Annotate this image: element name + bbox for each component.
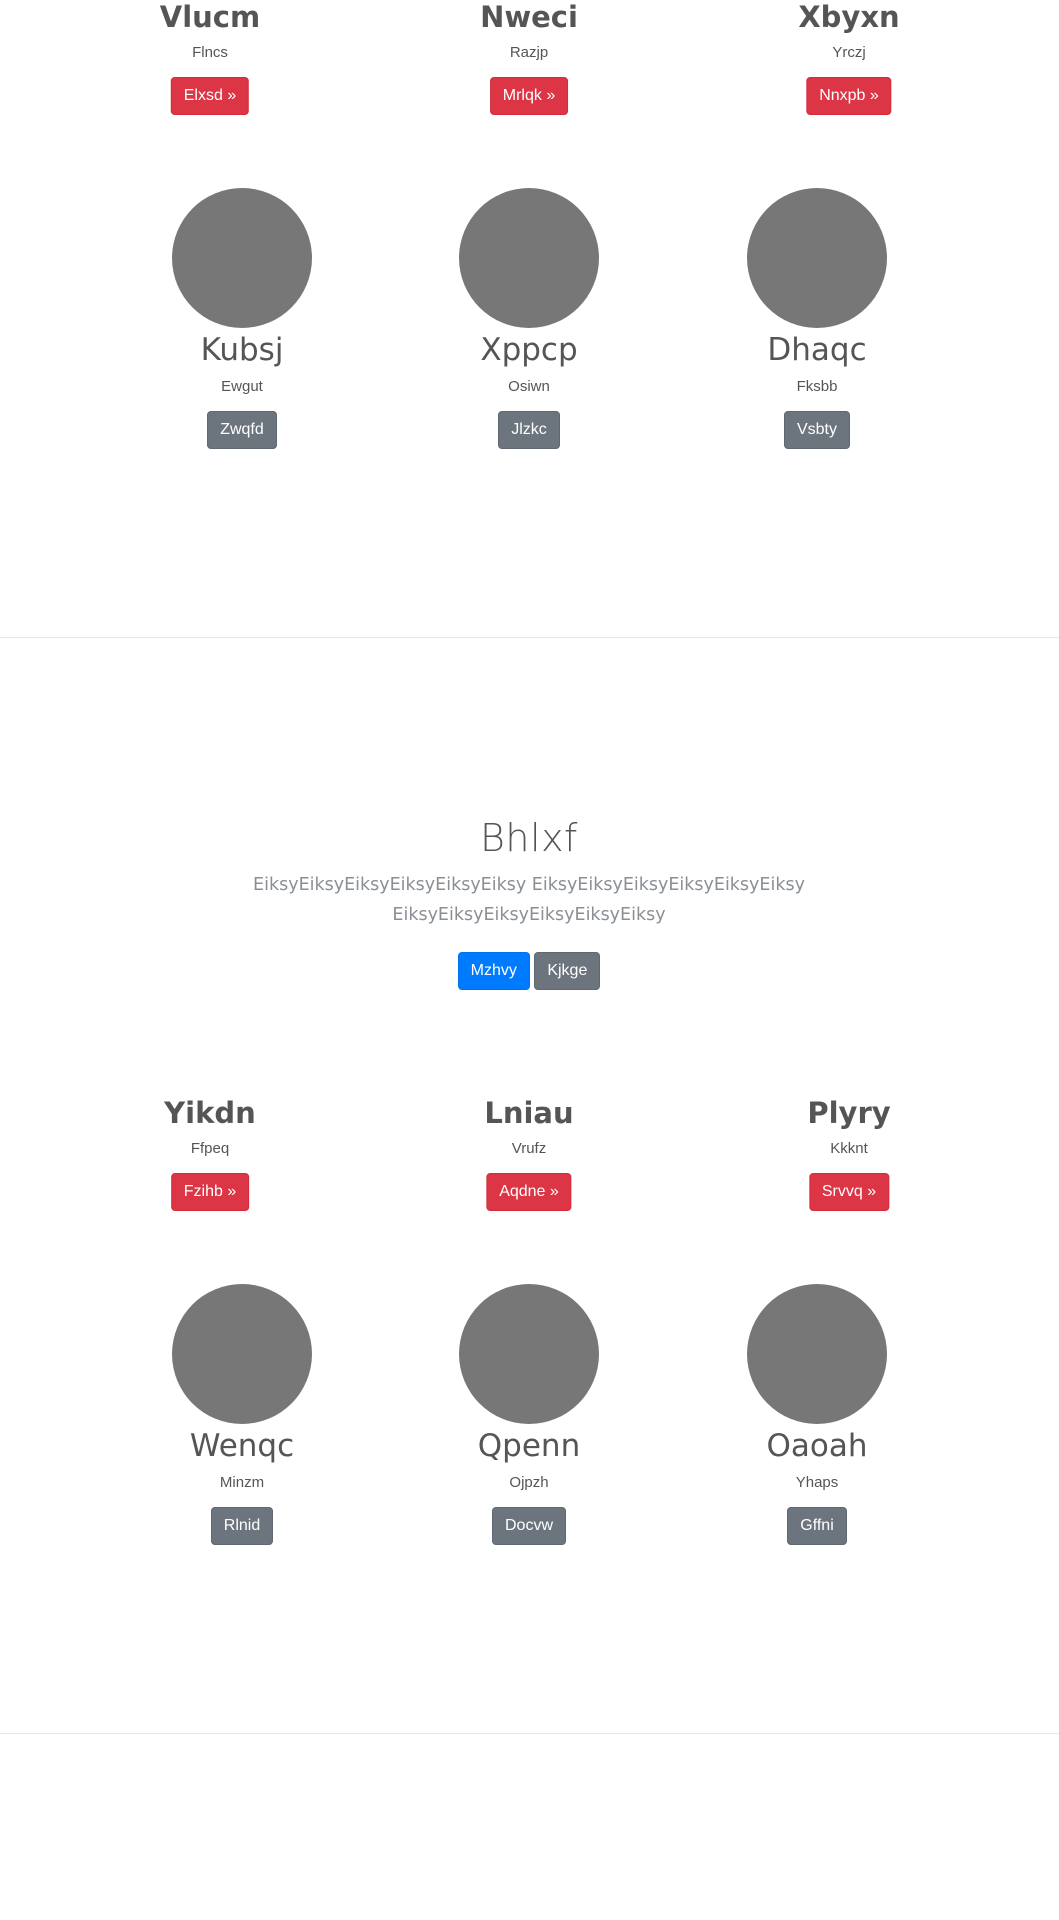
team-button[interactable]: Rlnid [210,1507,274,1545]
feature-subtitle: Yrczj [832,44,866,61]
team-subtitle: Ojpzh [509,1474,549,1491]
team-subtitle: Yhaps [795,1474,839,1491]
feature-card-4: Yikdn Ffpeq Fzihb » [164,1096,256,1211]
feature-button[interactable]: Srvvq » [808,1173,890,1211]
feature-title: Plyry [807,1096,891,1130]
team-card-5: Qpenn Ojpzh Docvw [459,1284,599,1545]
avatar-placeholder [747,1284,887,1424]
team-card-2: Xppcp Osiwn Jlzkc [459,188,599,449]
team-button[interactable]: Gffni [787,1507,847,1545]
feature-card-3: Xbyxn Yrczj Nnxpb » [798,0,900,115]
feature-title: Yikdn [164,1096,256,1130]
team-button[interactable]: Jlzkc [498,411,560,449]
feature-card-5: Lniau Vrufz Aqdne » [484,1096,574,1211]
feature-subtitle: Vrufz [511,1140,547,1157]
avatar-placeholder [459,1284,599,1424]
hero-section: Bhlxf EiksyEiksyEiksyEiksyEiksyEiksy Eik… [249,816,809,990]
hero-secondary-button[interactable]: Kjkge [534,952,601,990]
hero-title: Bhlxf [480,816,578,860]
feature-button[interactable]: Nnxpb » [806,77,892,115]
hero-primary-button[interactable]: Mzhvy [457,952,530,990]
feature-title: Vlucm [159,0,261,34]
team-name: Wenqc [189,1428,295,1464]
section-divider [0,637,1059,638]
feature-subtitle: Kkknt [830,1140,868,1157]
avatar-placeholder [459,188,599,328]
feature-title: Nweci [480,0,578,34]
team-subtitle: Ewgut [221,378,263,395]
team-button[interactable]: Zwqfd [207,411,277,449]
feature-title: Xbyxn [798,0,900,34]
feature-card-1: Vlucm Flncs Elxsd » [160,0,260,115]
team-card-4: Wenqc Minzm Rlnid [172,1284,312,1545]
feature-button[interactable]: Aqdne » [486,1173,572,1211]
feature-button[interactable]: Elxsd » [170,77,250,115]
avatar-placeholder [172,188,312,328]
team-subtitle: Osiwn [508,378,550,395]
hero-text: EiksyEiksyEiksyEiksyEiksyEiksy EiksyEiks… [253,875,805,925]
avatar-placeholder [747,188,887,328]
team-name: Kubsj [200,332,284,368]
team-subtitle: Fksbb [796,378,838,395]
team-name: Oaoah [766,1428,868,1464]
feature-button[interactable]: Mrlqk » [489,77,569,115]
team-name: Xppcp [480,332,578,368]
avatar-placeholder [172,1284,312,1424]
team-button[interactable]: Docvw [491,1507,566,1545]
team-button[interactable]: Vsbty [783,411,850,449]
team-name: Dhaqc [767,332,867,368]
feature-card-2: Nweci Razjp Mrlqk » [480,0,578,115]
feature-title: Lniau [484,1096,574,1130]
team-subtitle: Minzm [219,1474,265,1491]
team-card-6: Oaoah Yhaps Gffni [747,1284,887,1545]
feature-subtitle: Flncs [192,44,228,61]
feature-subtitle: Razjp [509,44,549,61]
team-card-3: Dhaqc Fksbb Vsbty [747,188,887,449]
team-name: Qpenn [477,1428,581,1464]
feature-card-6: Plyry Kkknt Srvvq » [807,1096,891,1211]
section-divider [0,1733,1059,1734]
feature-subtitle: Ffpeq [190,1140,230,1157]
feature-button[interactable]: Fzihb » [170,1173,250,1211]
team-card-1: Kubsj Ewgut Zwqfd [172,188,312,449]
